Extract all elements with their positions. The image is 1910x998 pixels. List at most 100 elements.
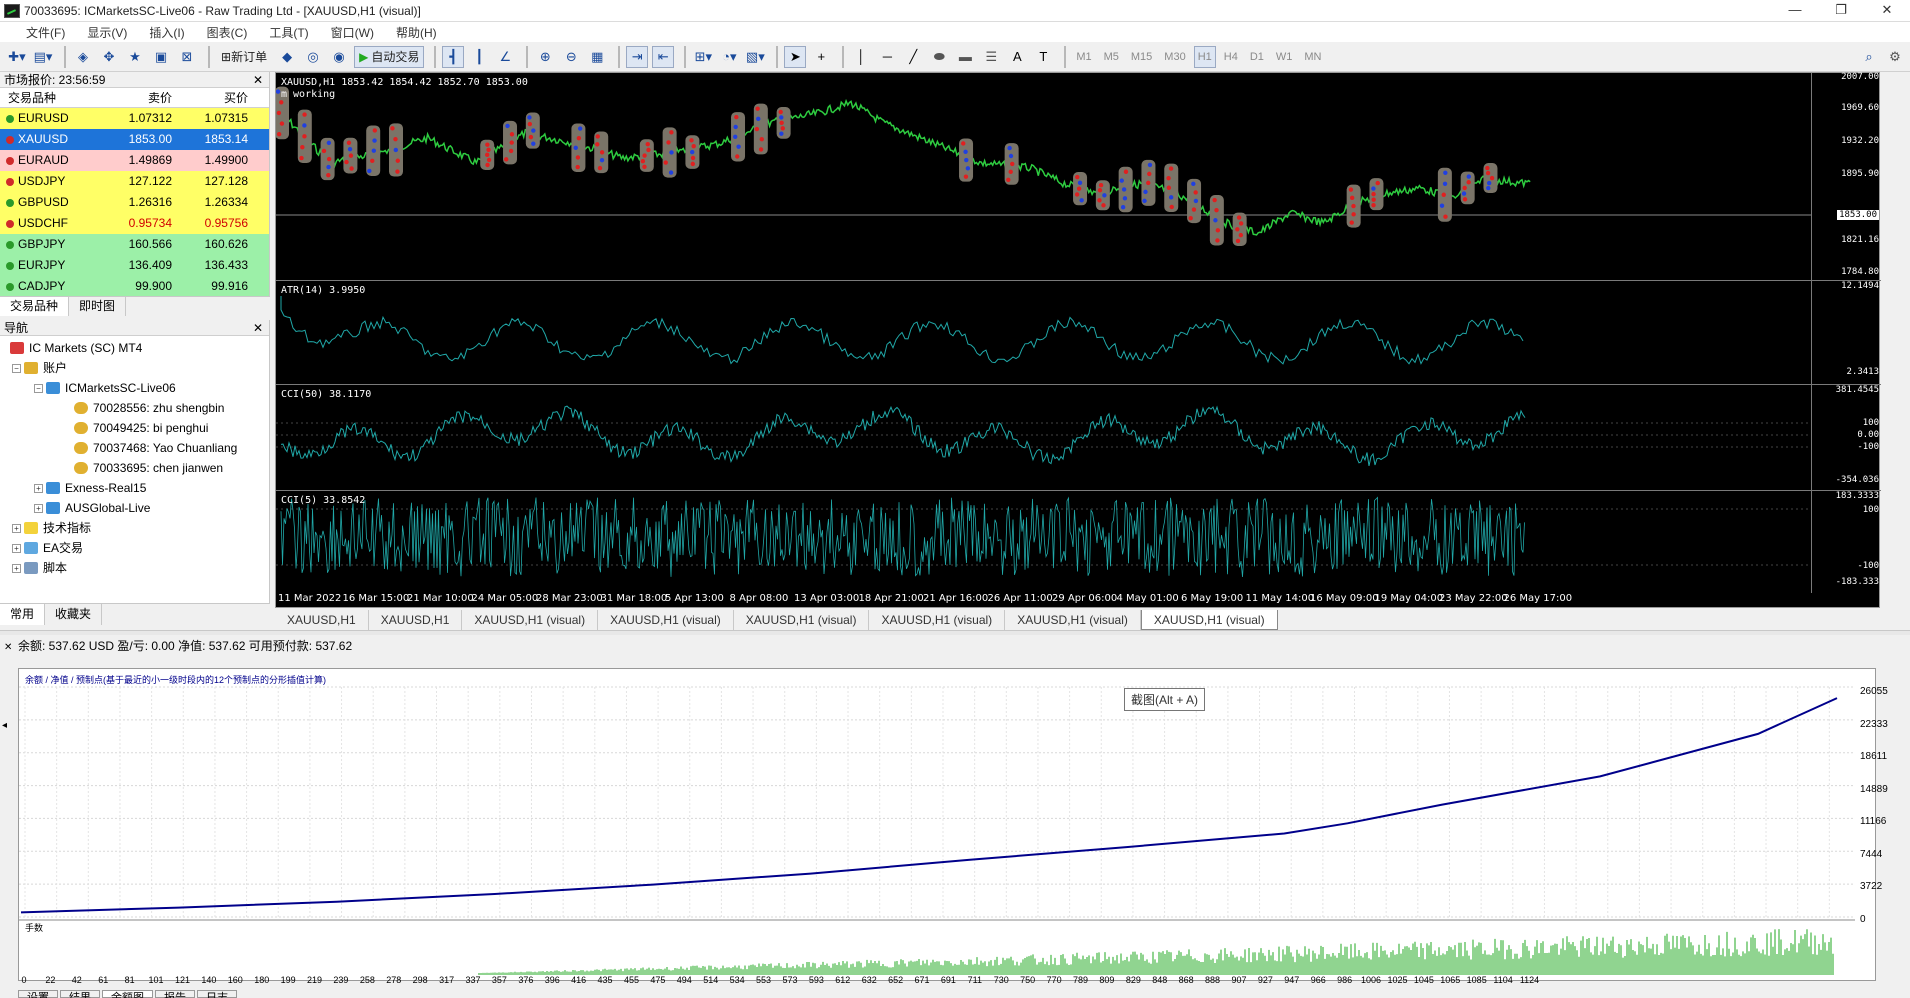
tester-tab[interactable]: 结果 — [60, 990, 100, 998]
terminal-icon[interactable]: ▣ — [150, 46, 172, 68]
menu-charts[interactable]: 图表(C) — [207, 24, 248, 41]
expand-icon[interactable]: + — [12, 563, 21, 573]
trendline-icon[interactable]: ╱ — [902, 46, 924, 68]
chart-tab[interactable]: XAUUSD,H1 — [275, 610, 369, 630]
bar-chart-icon[interactable]: ┫ — [442, 45, 465, 68]
menu-window[interactable]: 窗口(W) — [331, 24, 374, 41]
chart-tab[interactable]: XAUUSD,H1 — [369, 610, 463, 630]
price-pane[interactable]: XAUUSD,H1 1853.42 1854.42 1852.70 1853.0… — [276, 72, 1881, 281]
close-icon[interactable]: ✕ — [253, 320, 263, 336]
horizontal-line-icon[interactable]: ─ — [876, 46, 898, 68]
tab-symbols[interactable]: 交易品种 — [0, 297, 70, 316]
text-label-icon[interactable]: T — [1032, 46, 1054, 68]
timeframe-m30[interactable]: M30 — [1160, 46, 1189, 68]
symbol-row[interactable]: EURAUD 1.49869 1.49900 — [0, 150, 269, 171]
cci50-scale[interactable]: 381.4545 100 0.00 -100 -354.036 — [1811, 385, 1881, 490]
symbol-row[interactable]: USDCHF 0.95734 0.95756 — [0, 213, 269, 234]
symbol-row[interactable]: GBPJPY 160.566 160.626 — [0, 234, 269, 255]
crosshair-icon[interactable]: + — [810, 46, 832, 68]
autoscroll-icon[interactable]: ⇥ — [626, 45, 649, 68]
menu-insert[interactable]: 插入(I) — [149, 24, 184, 41]
splitter[interactable] — [0, 630, 1910, 635]
tree-server[interactable]: + Exness-Real15 — [0, 478, 269, 498]
tab-common[interactable]: 常用 — [0, 604, 46, 625]
menu-file[interactable]: 文件(F) — [26, 24, 65, 41]
expand-icon[interactable]: + — [34, 503, 43, 513]
timeframe-m1[interactable]: M1 — [1072, 46, 1095, 68]
vertical-line-icon[interactable]: │ — [850, 46, 872, 68]
search-icon[interactable]: ⌕ — [1858, 46, 1880, 68]
tester-icon[interactable]: ⊠ — [176, 46, 198, 68]
tree-user[interactable]: 70028556: zhu shengbin — [0, 398, 269, 418]
tester-tab[interactable]: 报告 — [155, 990, 195, 998]
tree-server[interactable]: − ICMarketsSC-Live06 — [0, 378, 269, 398]
timeframe-mn[interactable]: MN — [1300, 46, 1325, 68]
timeframe-m15[interactable]: M15 — [1127, 46, 1156, 68]
chart-tab[interactable]: XAUUSD,H1 (visual) — [1005, 610, 1141, 630]
timeframe-d1[interactable]: D1 — [1246, 46, 1268, 68]
tree-user[interactable]: 70033695: chen jianwen — [0, 458, 269, 478]
rectangle-icon[interactable]: ▬ — [954, 46, 976, 68]
candles-icon[interactable]: ┃ — [468, 46, 490, 68]
cci5-pane[interactable]: CCI(5) 33.8542 183.3333 100 -100 -183.33… — [276, 491, 1881, 593]
column-symbol[interactable]: 交易品种 — [0, 88, 110, 107]
tree-root[interactable]: IC Markets (SC) MT4 — [0, 338, 269, 358]
periods-icon[interactable]: ◔▾ — [718, 46, 740, 68]
new-order-button[interactable]: ⊞ 新订单 — [216, 46, 272, 68]
collapse-icon[interactable]: − — [12, 363, 21, 373]
tester-tab[interactable]: 设置 — [18, 990, 58, 998]
line-chart-icon[interactable]: ∠ — [494, 46, 516, 68]
options-icon[interactable]: ⚙ — [1884, 46, 1906, 68]
tree-scripts[interactable]: + 脚本 — [0, 558, 269, 578]
chart-tab[interactable]: XAUUSD,H1 (visual) — [598, 610, 734, 630]
symbol-row[interactable]: CADJPY 99.900 99.916 — [0, 276, 269, 297]
atr-scale[interactable]: 12.1494 2.3413 — [1811, 281, 1881, 384]
profiles-icon[interactable]: ▤▾ — [32, 46, 54, 68]
tab-favorites[interactable]: 收藏夹 — [45, 604, 103, 625]
text-icon[interactable]: A — [1006, 46, 1028, 68]
cursor-icon[interactable]: ➤ — [784, 45, 807, 68]
menu-view[interactable]: 显示(V) — [87, 24, 127, 41]
expand-icon[interactable]: + — [12, 523, 21, 533]
zoom-in-icon[interactable]: ⊕ — [534, 46, 556, 68]
column-bid[interactable]: 卖价 — [110, 88, 176, 107]
timeframe-w1[interactable]: W1 — [1272, 46, 1297, 68]
restore-button[interactable]: ❐ — [1818, 0, 1864, 22]
new-chart-icon[interactable]: ✚▾ — [6, 46, 28, 68]
symbol-row[interactable]: GBPUSD 1.26316 1.26334 — [0, 192, 269, 213]
menu-help[interactable]: 帮助(H) — [396, 24, 437, 41]
chart-window[interactable]: XAUUSD,H1 1853.42 1854.42 1852.70 1853.0… — [275, 72, 1881, 608]
tree-experts[interactable]: + EA交易 — [0, 538, 269, 558]
navigator-icon[interactable]: ★ — [124, 46, 146, 68]
symbol-row[interactable]: EURJPY 136.409 136.433 — [0, 255, 269, 276]
cci5-scale[interactable]: 183.3333 100 -100 -183.333 — [1811, 491, 1881, 593]
fibo-icon[interactable]: ☰ — [980, 46, 1002, 68]
chart-shift-icon[interactable]: ⇤ — [652, 45, 675, 68]
auto-trading-button[interactable]: ▶ 自动交易 — [354, 45, 425, 68]
market-icon[interactable]: ◉ — [328, 46, 350, 68]
data-window-icon[interactable]: ✥ — [98, 46, 120, 68]
atr-pane[interactable]: ATR(14) 3.9950 12.1494 2.3413 — [276, 281, 1881, 385]
tester-tab[interactable]: 日志 — [197, 990, 237, 998]
chart-tab[interactable]: XAUUSD,H1 (visual) — [869, 610, 1006, 630]
timeframe-h4[interactable]: H4 — [1220, 46, 1242, 68]
timeframe-h1[interactable]: H1 — [1193, 45, 1216, 68]
ellipse-icon[interactable]: ⬬ — [928, 46, 950, 68]
tab-tick-chart[interactable]: 即时图 — [69, 297, 127, 316]
close-icon[interactable]: ✕ — [4, 639, 12, 657]
column-ask[interactable]: 买价 — [176, 88, 252, 107]
symbol-row[interactable]: USDJPY 127.122 127.128 — [0, 171, 269, 192]
timeframe-m5[interactable]: M5 — [1100, 46, 1123, 68]
collapse-icon[interactable]: − — [34, 383, 43, 393]
tree-server[interactable]: + AUSGlobal-Live — [0, 498, 269, 518]
symbol-row[interactable]: XAUUSD 1853.00 1853.14 — [0, 129, 269, 150]
tree-accounts[interactable]: − 账户 — [0, 358, 269, 378]
minimize-button[interactable]: — — [1772, 0, 1818, 22]
signals-icon[interactable]: ◎ — [302, 46, 324, 68]
menu-tools[interactable]: 工具(T) — [269, 24, 308, 41]
expand-icon[interactable]: + — [34, 483, 43, 493]
close-icon[interactable]: ✕ — [253, 72, 263, 88]
expand-icon[interactable]: + — [12, 543, 21, 553]
tester-tab[interactable]: 余额图 — [102, 990, 153, 998]
market-watch-icon[interactable]: ◈ — [72, 46, 94, 68]
